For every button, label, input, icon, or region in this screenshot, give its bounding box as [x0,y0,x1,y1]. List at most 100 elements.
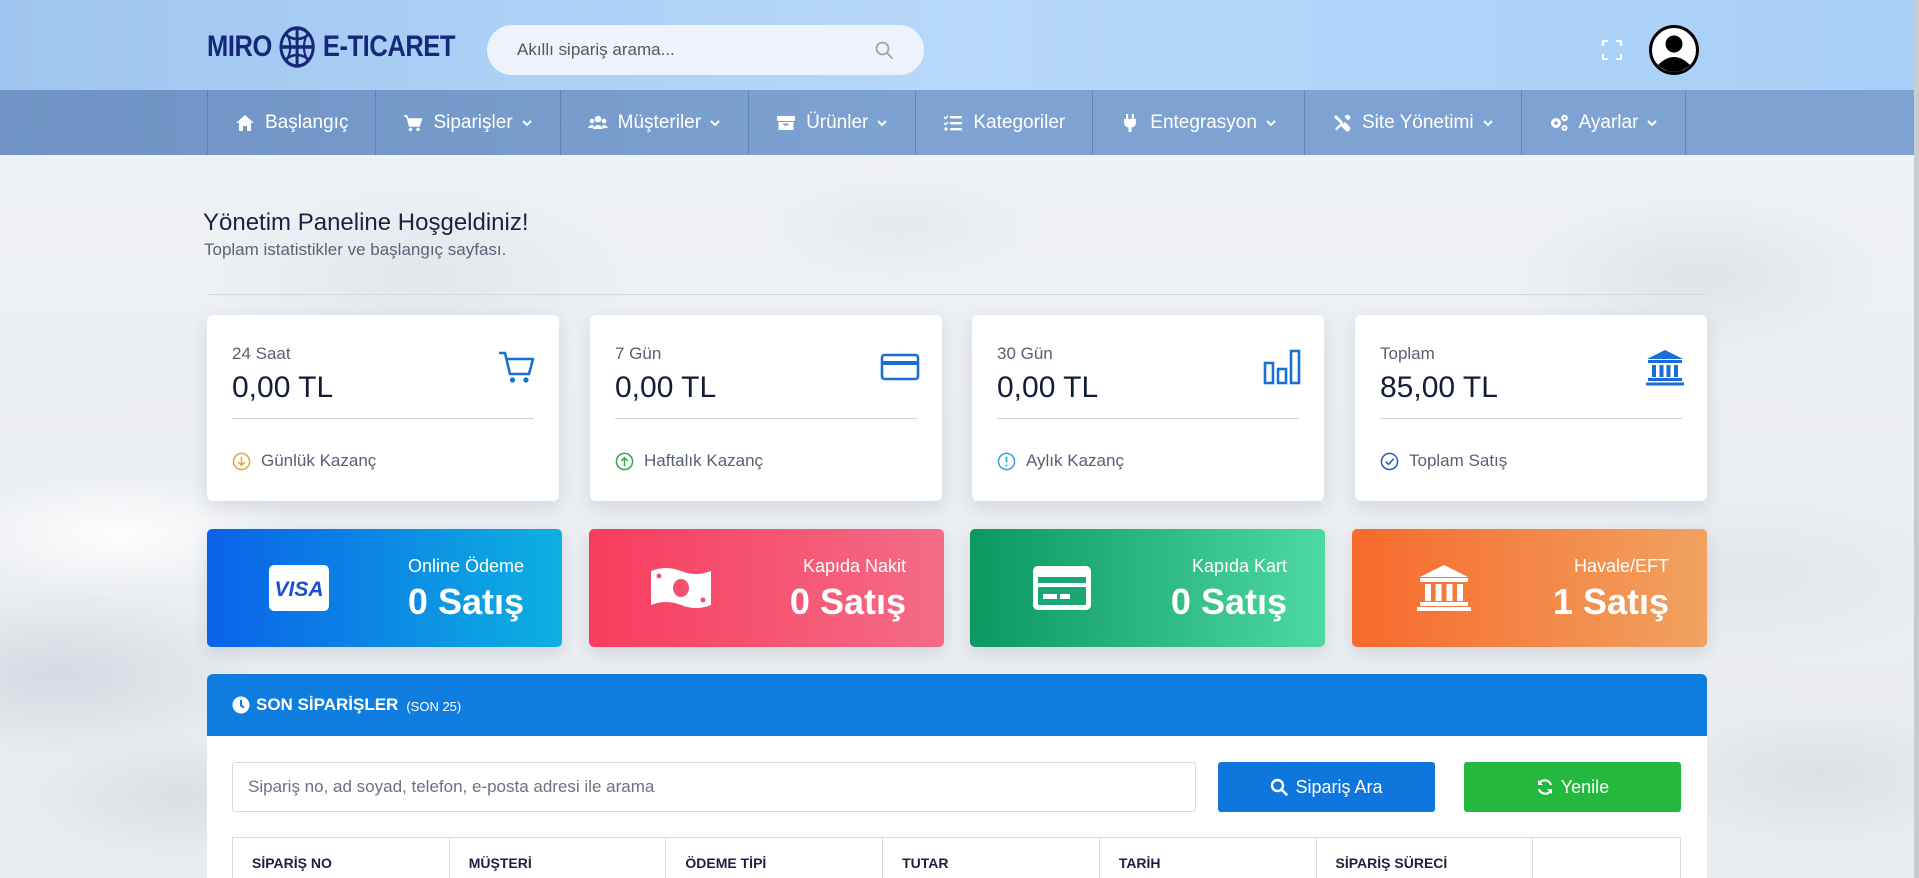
nav-item-label: Ürünler [806,111,869,133]
bank-icon [1646,350,1684,386]
refresh-label: Yenile [1560,776,1610,797]
clock-icon [232,696,250,714]
stat-value: 0,00 TL [232,371,334,404]
tools-icon [1333,114,1351,131]
nav-item-baslangic[interactable]: Başlangıç [207,90,375,155]
chevron-down-icon [710,119,720,126]
visa-icon: VISA [269,565,329,611]
column-header-order-status[interactable]: SİPARİŞ SÜRECİ [1317,838,1534,878]
nav-item-label: Ayarlar [1578,111,1639,133]
top-header: MIRO E-TICARET [0,0,1914,90]
logo-text-left: MIRO [207,30,272,63]
chevron-down-icon [521,119,532,126]
payment-label: Online Ödeme [407,556,524,576]
stat-card-total: Toplam 85,00 TL Toplam Satış [1355,315,1707,501]
nav-item-musteriler[interactable]: Müşteriler [559,90,748,155]
recent-orders-panel: Sipariş Ara Yenile SİPARİŞ NO MÜŞTERİ ÖD… [207,736,1707,878]
column-header-amount[interactable]: TUTAR [883,838,1100,878]
recent-orders-count: (SON 25) [406,699,462,714]
home-icon [236,114,254,131]
cart-icon [404,114,423,131]
nav-item-urunler[interactable]: Ürünler [748,90,915,155]
recent-orders-header: SON SİPARİŞLER (SON 25) [207,674,1707,736]
page-subtitle: Toplam istatistikler ve başlangıç sayfas… [204,240,507,259]
gears-icon [1550,114,1568,131]
nav-item-kategoriler[interactable]: Kategoriler [915,90,1092,155]
smart-search-input[interactable] [517,40,874,60]
stat-footer-label: Günlük Kazanç [261,451,377,470]
nav-item-label: Kategoriler [973,111,1066,133]
stat-footer-label: Haftalık Kazanç [644,451,764,470]
nav-item-label: Site Yönetimi [1361,111,1474,133]
stat-label: 30 Gün [997,344,1053,363]
chevron-down-icon [1482,119,1493,126]
stat-label: Toplam [1380,344,1435,363]
visa-icon-text: VISA [274,578,323,601]
payment-card-card: Kapıda Kart 0 Satış [970,529,1325,647]
stat-value: 85,00 TL [1380,371,1498,404]
payment-label: Havale/EFT [1573,556,1669,576]
stat-value: 0,00 TL [615,371,717,404]
column-header-actions [1533,838,1680,878]
nav-item-entegrasyon[interactable]: Entegrasyon [1092,90,1304,155]
stat-footer: Haftalık Kazanç [615,451,763,471]
stat-footer: Toplam Satış [1380,451,1507,471]
payment-value: 0 Satış [1170,581,1287,622]
column-header-order-no[interactable]: SİPARİŞ NO [233,838,450,878]
stat-footer-label: Aylık Kazanç [1026,451,1124,470]
divider [207,294,1707,295]
payment-card-cash: Kapıda Nakit 0 Satış [589,529,944,647]
nav-item-label: Entegrasyon [1150,111,1257,133]
arrow-up-circle-icon [615,452,634,470]
credit-card-icon [880,353,920,381]
nav-item-label: Siparişler [433,111,513,133]
order-search-input[interactable] [232,762,1196,812]
stat-footer: Aylık Kazanç [997,451,1124,471]
stat-footer: Günlük Kazanç [232,451,376,471]
search-icon[interactable] [874,40,894,60]
stat-card-7d: 7 Gün 0,00 TL Haftalık Kazanç [590,315,942,501]
stat-divider [232,418,534,419]
column-header-payment-type[interactable]: ÖDEME TİPİ [666,838,884,878]
search-icon [1271,778,1289,796]
search-orders-button[interactable]: Sipariş Ara [1218,762,1435,812]
column-header-customer[interactable]: MÜŞTERİ [450,838,667,878]
users-icon [587,115,608,129]
logo-text-right: E-TICARET [322,30,456,63]
page-scrollbar[interactable] [1914,0,1919,878]
orders-table-header: SİPARİŞ NO MÜŞTERİ ÖDEME TİPİ TUTAR TARİ… [232,837,1681,878]
chevron-down-icon [877,119,888,126]
cart-outline-icon [499,351,535,383]
stat-card-24h: 24 Saat 0,00 TL Günlük Kazanç [207,315,559,501]
column-header-date[interactable]: TARİH [1100,838,1317,878]
page-title: Yönetim Paneline Hoşgeldiniz! [203,209,529,236]
user-avatar-icon[interactable] [1649,25,1699,75]
cash-icon [651,568,711,608]
refresh-icon [1537,779,1552,795]
plug-icon [1124,113,1137,132]
nav-item-site-yonetimi[interactable]: Site Yönetimi [1303,90,1521,155]
payment-value: 0 Satış [407,581,524,622]
bar-chart-icon [1263,349,1301,385]
nav-item-label: Başlangıç [265,111,349,133]
smart-search-box [487,25,924,75]
fullscreen-icon[interactable] [1601,39,1623,61]
payment-card-online: VISA Online Ödeme 0 Satış [207,529,562,647]
stat-card-30d: 30 Gün 0,00 TL Aylık Kazanç [972,315,1324,501]
refresh-button[interactable]: Yenile [1464,762,1681,812]
stat-label: 7 Gün [615,344,662,363]
stat-value: 0,00 TL [997,371,1099,404]
nav-item-siparisler[interactable]: Siparişler [375,90,559,155]
check-circle-icon [1380,452,1399,470]
stat-divider [615,418,917,419]
recent-orders-title: SON SİPARİŞLER [256,695,399,714]
payment-label: Kapıda Kart [1191,556,1287,576]
nav-item-ayarlar[interactable]: Ayarlar [1520,90,1687,155]
logo-globe-icon [279,26,316,68]
payment-value: 1 Satış [1552,581,1669,622]
box-icon [777,115,796,130]
list-icon [943,114,963,131]
payment-card-transfer: Havale/EFT 1 Satış [1352,529,1707,647]
brand-logo[interactable]: MIRO E-TICARET [207,26,456,68]
stat-divider [1380,418,1682,419]
